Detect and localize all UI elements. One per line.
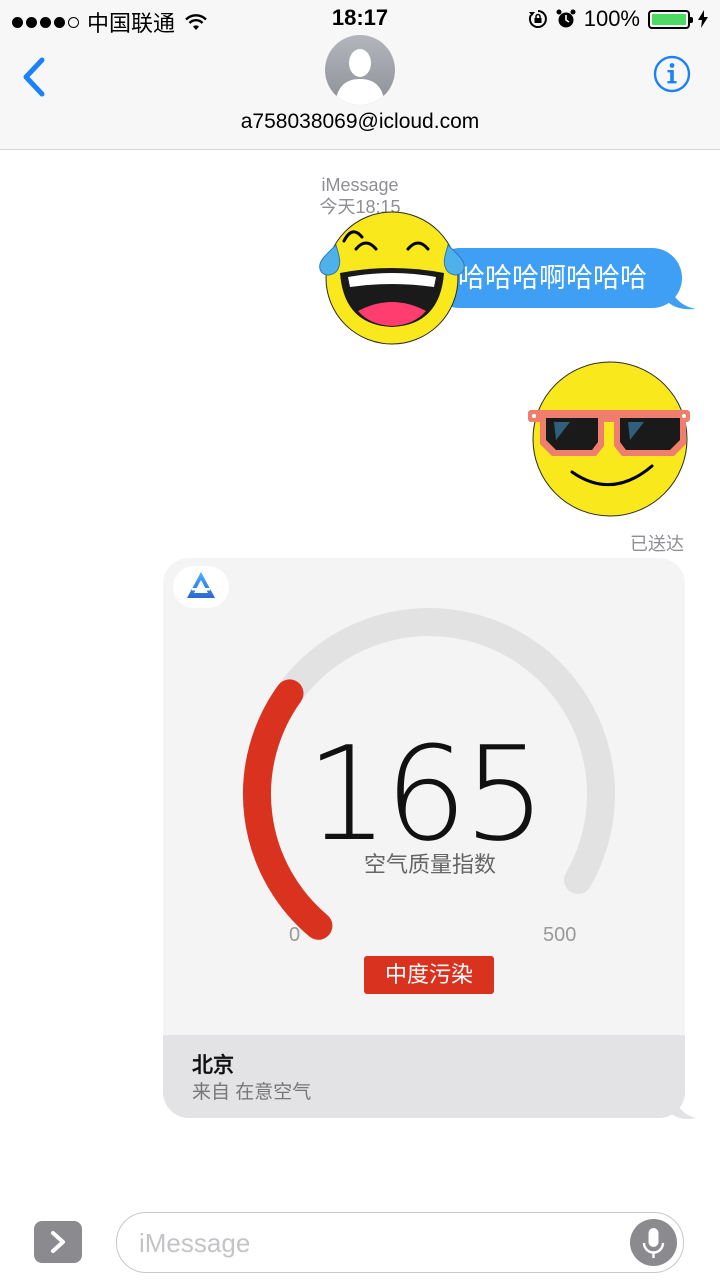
charging-bolt-icon: [698, 10, 708, 28]
message-input[interactable]: iMessage: [116, 1212, 684, 1273]
sunglasses-emoji-icon[interactable]: [526, 360, 691, 518]
sent-message-bubble[interactable]: 哈哈哈啊哈哈哈: [430, 248, 682, 308]
delivery-status: 已送达: [630, 534, 684, 554]
status-right: 100%: [528, 6, 708, 32]
expand-chevron-icon: [51, 1231, 65, 1253]
battery-percent: 100%: [583, 6, 640, 31]
input-placeholder: iMessage: [139, 1228, 251, 1258]
alarm-icon: [556, 9, 576, 28]
conversation-header: a758038069@icloud.com: [0, 35, 720, 150]
card-bubble-tail: [672, 1092, 696, 1119]
status-bar: 中国联通 18:17 100%: [0, 0, 720, 38]
microphone-icon: [642, 1228, 665, 1258]
card-footer[interactable]: 北京 来自 在意空气: [163, 1035, 685, 1118]
pollution-level-badge: 中度污染: [364, 956, 494, 994]
scale-max: 500: [543, 924, 577, 946]
laughing-tears-emoji-icon[interactable]: [318, 207, 466, 349]
contact-avatar[interactable]: [325, 35, 395, 105]
contact-name[interactable]: a758038069@icloud.com: [0, 110, 720, 134]
scale-min: 0: [289, 924, 301, 946]
app-source: 来自 在意空气: [192, 1082, 312, 1103]
bubble-tail: [668, 282, 696, 310]
aqi-value: 165: [305, 718, 546, 870]
rotation-lock-icon: [528, 10, 547, 28]
back-chevron-icon[interactable]: [18, 54, 54, 100]
aqi-label: 空气质量指数: [363, 852, 496, 877]
battery-icon: [648, 9, 693, 29]
avatar-silhouette-icon: [335, 49, 385, 105]
microphone-button[interactable]: [630, 1219, 677, 1266]
service-label: iMessage: [321, 175, 399, 195]
air-quality-card[interactable]: 165 空气质量指数 0 500 中度污染 北京 来自 在意空气: [163, 558, 685, 1118]
app-drawer-button[interactable]: [34, 1221, 82, 1263]
info-icon[interactable]: [653, 55, 691, 93]
city-name: 北京: [192, 1054, 234, 1077]
